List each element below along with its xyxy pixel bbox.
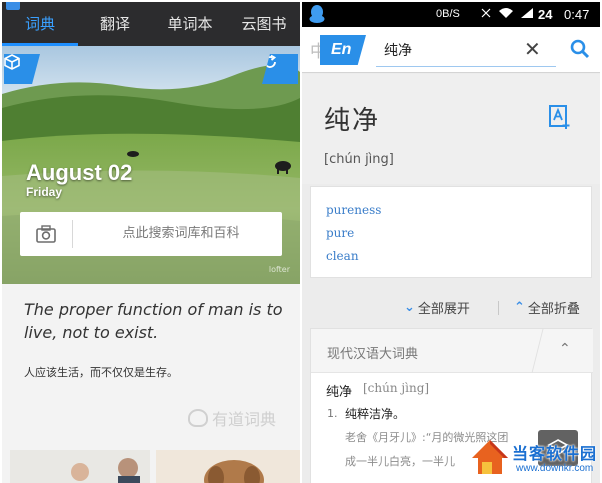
watermark-url: www.downkr.com xyxy=(516,463,594,474)
thumbnail-strip xyxy=(10,450,300,483)
dictionary-card-header[interactable]: 现代汉语大词典 ⌃ xyxy=(311,329,593,373)
tab-translate[interactable]: 翻译 xyxy=(78,2,152,46)
meaning-item[interactable]: clean xyxy=(326,249,359,263)
chevron-down-icon: ⌄ xyxy=(404,300,415,315)
photo-date: August 02 xyxy=(26,160,133,185)
meaning-item[interactable]: pure xyxy=(326,226,354,240)
watermark-title: 当客软件园 xyxy=(512,444,598,463)
clock: 0:47 xyxy=(564,7,590,22)
youdao-brand: 有道词典 xyxy=(188,406,276,430)
thumbnail-people[interactable] xyxy=(10,450,150,483)
camera-icon[interactable] xyxy=(36,225,56,243)
search-bar: 中 En 纯净 ✕ xyxy=(302,27,600,73)
cube-icon xyxy=(4,54,20,70)
status-bar: 0B/S 24 0:47 xyxy=(302,2,600,27)
screenshot-root: 词典 翻译 单词本 云图书 August 02 Friday 点此搜索词库和百科… xyxy=(0,0,602,483)
status-icons xyxy=(480,7,534,19)
meaning-item[interactable]: pureness xyxy=(326,203,381,217)
signal-icon xyxy=(521,8,533,18)
search-divider xyxy=(72,220,73,248)
expand-all-button[interactable]: ⌄ 全部展开 xyxy=(404,298,470,317)
collapse-all-label: 全部折叠 xyxy=(527,302,580,317)
search-input[interactable]: 纯净 xyxy=(384,40,412,60)
home-search-box[interactable]: 点此搜索词库和百科 xyxy=(20,212,282,256)
word-header: 纯净 [chún jìng] xyxy=(302,74,600,184)
search-input-underline xyxy=(376,66,556,67)
top-tab-bar: 词典 翻译 单词本 云图书 xyxy=(2,2,300,46)
header-divider xyxy=(531,329,544,373)
sense-number: 1. xyxy=(327,407,338,420)
qq-penguin-icon xyxy=(309,5,325,23)
brand-name: 有道词典 xyxy=(212,410,277,429)
wifi-icon xyxy=(499,8,513,18)
daily-quote-chinese: 人应该生活，而不仅仅是生存。 xyxy=(24,366,178,379)
people-thumbnail-image xyxy=(10,450,150,483)
headword-pinyin: [chún jìng] xyxy=(324,152,394,167)
entry-pinyin: [chún jìng] xyxy=(363,381,430,395)
sense-definition: 纯粹洁净。 xyxy=(345,407,406,421)
youdao-logo-icon xyxy=(188,409,208,427)
tab-wordbook[interactable]: 单词本 xyxy=(152,2,228,46)
tab-cloud-books[interactable]: 云图书 xyxy=(228,2,300,46)
nfc-icon xyxy=(481,8,491,18)
battery-level: 24 xyxy=(538,7,553,22)
tab-dictionary[interactable]: 词典 xyxy=(2,2,78,46)
search-icon[interactable] xyxy=(570,39,590,59)
daily-quote-english: The proper function of man is to live, n… xyxy=(24,300,283,342)
example-line: 成一半儿白亮，一半儿 xyxy=(345,455,455,468)
dog-thumbnail-image xyxy=(156,450,300,483)
entry-word: 纯净 xyxy=(326,385,353,400)
expand-all-label: 全部展开 xyxy=(417,302,470,317)
network-speed: 0B/S xyxy=(436,8,460,20)
chevron-up-icon: ⌃ xyxy=(514,300,525,315)
site-watermark: 当客软件园 www.downkr.com xyxy=(468,430,602,483)
thumbnail-dog[interactable] xyxy=(156,450,300,483)
headword: 纯净 xyxy=(324,106,381,136)
language-toggle-button[interactable]: En xyxy=(320,35,366,65)
collapse-all-button[interactable]: ⌃ 全部折叠 xyxy=(514,298,580,317)
search-placeholder[interactable]: 点此搜索词库和百科 xyxy=(80,212,282,256)
clear-icon[interactable]: ✕ xyxy=(524,37,541,61)
action-divider xyxy=(498,301,499,315)
dictionary-title: 现代汉语大词典 xyxy=(327,347,419,362)
daily-photo: August 02 Friday 点此搜索词库和百科 lofter xyxy=(2,46,300,284)
photo-weekday: Friday xyxy=(26,185,63,199)
translation-card: pureness pure clean xyxy=(310,186,592,278)
result-screen: 0B/S 24 0:47 中 En 纯净 ✕ 纯净 [chún jìng] pu… xyxy=(302,2,600,483)
watermark-house-logo xyxy=(472,440,508,474)
photo-credit: lofter xyxy=(268,265,290,274)
add-to-wordbook-icon[interactable] xyxy=(548,104,572,130)
home-screen: 词典 翻译 单词本 云图书 August 02 Friday 点此搜索词库和百科… xyxy=(2,2,300,483)
collapse-caret-icon[interactable]: ⌃ xyxy=(559,341,571,357)
